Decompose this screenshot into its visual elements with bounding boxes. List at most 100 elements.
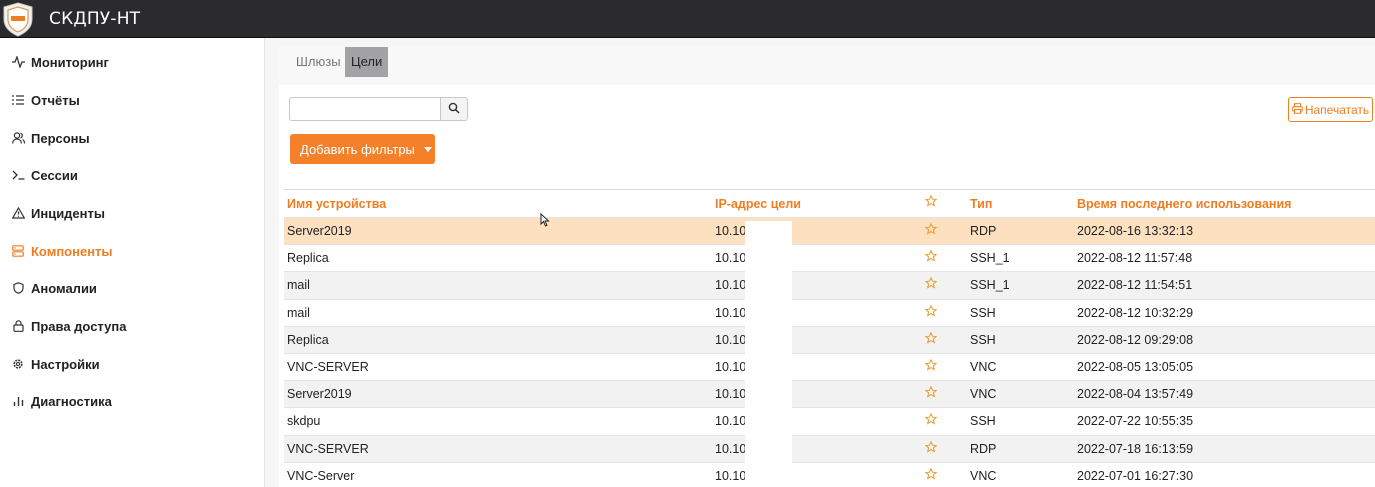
cell-ip: 10.10 <box>715 468 747 483</box>
cell-last-used: 2022-08-12 09:29:08 <box>1077 332 1194 347</box>
header-target-ip[interactable]: IP-адрес цели <box>715 197 801 211</box>
logo-shield-icon <box>1 1 35 37</box>
star-icon[interactable] <box>924 358 938 374</box>
cell-last-used: 2022-07-22 10:55:35 <box>1077 414 1194 429</box>
cell-last-used: 2022-07-01 16:27:30 <box>1077 468 1194 483</box>
sidebar-item-label: Компоненты <box>31 243 113 259</box>
sidebar-item-label: Права доступа <box>31 318 127 334</box>
cell-device-name: Replica <box>287 332 329 347</box>
top-bar: СКДПУ-НТ <box>0 0 1375 38</box>
warning-icon <box>11 207 25 219</box>
app-title: СКДПУ-НТ <box>49 9 141 29</box>
cell-type: VNC <box>970 468 997 483</box>
cell-device-name: Server2019 <box>287 387 352 402</box>
lock-icon <box>11 320 25 332</box>
targets-table: Имя устройства IP-адрес цели Тип Время п… <box>284 189 1375 487</box>
star-icon[interactable] <box>924 385 938 401</box>
users-icon <box>11 132 25 144</box>
table-header: Имя устройства IP-адрес цели Тип Время п… <box>284 189 1375 217</box>
star-icon[interactable] <box>924 276 938 292</box>
sidebar-item-label: Настройки <box>31 356 100 372</box>
search-icon <box>448 102 460 117</box>
header-type[interactable]: Тип <box>970 197 992 211</box>
star-icon[interactable] <box>924 331 938 347</box>
table-row[interactable]: VNC-Server 10.10 VNC 2022-07-01 16:27:30 <box>284 461 1375 487</box>
cell-device-name: Server2019 <box>287 224 352 238</box>
redaction-block <box>745 221 792 487</box>
star-header-icon[interactable] <box>924 194 938 210</box>
tab-gateways[interactable]: Шлюзы <box>290 47 347 77</box>
sidebar-item-label: Отчёты <box>31 92 80 108</box>
star-icon[interactable] <box>924 304 938 320</box>
bar-chart-icon <box>11 396 25 406</box>
cell-type: VNC <box>970 387 997 402</box>
cell-type: SSH_1 <box>970 251 1010 266</box>
cell-device-name: mail <box>287 278 310 293</box>
header-device-name[interactable]: Имя устройства <box>287 197 386 211</box>
table-row[interactable]: Server2019 10.10 VNC 2022-08-04 13:57:49 <box>284 380 1375 408</box>
sidebar-item-reports[interactable]: Отчёты <box>0 82 265 118</box>
cell-device-name: Replica <box>287 251 329 266</box>
add-filters-label: Добавить фильтры <box>300 141 415 157</box>
sidebar-item-access-rights[interactable]: Права доступа <box>0 308 265 344</box>
header-last-used[interactable]: Время последнего использования <box>1077 197 1291 211</box>
table-row[interactable]: Replica 10.10 SSH_1 2022-08-12 11:57:48 <box>284 244 1375 272</box>
sidebar-item-label: Диагностика <box>31 393 112 409</box>
cell-last-used: 2022-08-16 13:32:13 <box>1077 224 1194 238</box>
print-button[interactable]: Напечатать <box>1288 97 1373 122</box>
search-input[interactable] <box>289 97 441 121</box>
printer-icon <box>1292 102 1305 117</box>
star-icon[interactable] <box>924 249 938 265</box>
cell-device-name: VNC-Server <box>287 468 355 483</box>
table-row[interactable]: Server2019 10.10 RDP 2022-08-16 13:32:13 <box>284 217 1375 245</box>
cell-ip: 10.10 <box>715 305 747 320</box>
sidebar-item-sessions[interactable]: Сессии <box>0 157 265 193</box>
sidebar-item-diagnostics[interactable]: Диагностика <box>0 383 265 419</box>
cell-last-used: 2022-08-12 10:32:29 <box>1077 305 1194 320</box>
sidebar: Мониторинг Отчёты Персоны Сессии Инциден… <box>0 38 265 487</box>
list-icon <box>11 95 25 105</box>
sidebar-item-monitoring[interactable]: Мониторинг <box>0 44 265 80</box>
targets-panel: Шлюзы Цели Добавить фильтры Напечатать И… <box>279 46 1375 487</box>
activity-icon <box>11 56 25 68</box>
server-icon <box>11 245 25 257</box>
cell-type: RDP <box>970 441 997 456</box>
table-row[interactable]: VNC-SERVER 10.10 RDP 2022-07-18 16:13:59 <box>284 434 1375 462</box>
star-icon[interactable] <box>924 222 938 238</box>
sidebar-item-components[interactable]: Компоненты <box>0 233 265 269</box>
star-icon[interactable] <box>924 467 938 483</box>
table-row[interactable]: skdpu 10.10 SSH 2022-07-22 10:55:35 <box>284 407 1375 435</box>
sidebar-item-settings[interactable]: Настройки <box>0 346 265 382</box>
cell-ip: 10.10 <box>715 414 747 429</box>
tab-targets[interactable]: Цели <box>345 47 389 77</box>
sidebar-item-anomalies[interactable]: Аномалии <box>0 270 265 306</box>
star-icon[interactable] <box>924 440 938 456</box>
cell-device-name: VNC-SERVER <box>287 441 369 456</box>
cell-device-name: mail <box>287 305 310 320</box>
table-row[interactable]: mail 10.10 SSH_1 2022-08-12 11:54:51 <box>284 271 1375 299</box>
cell-ip: 10.10 <box>715 359 747 374</box>
sidebar-item-persons[interactable]: Персоны <box>0 120 265 156</box>
cell-type: VNC <box>970 359 997 374</box>
tab-bar: Шлюзы Цели <box>279 46 1375 85</box>
cell-last-used: 2022-07-18 16:13:59 <box>1077 441 1194 456</box>
sidebar-item-label: Мониторинг <box>31 54 109 70</box>
cell-ip: 10.10 <box>715 278 747 293</box>
cell-ip: 10.10 <box>715 224 747 238</box>
cell-type: SSH <box>970 414 996 429</box>
table-row[interactable]: VNC-SERVER 10.10 VNC 2022-08-05 13:05:05 <box>284 352 1375 381</box>
cell-type: SSH_1 <box>970 278 1010 293</box>
cell-device-name: skdpu <box>287 414 321 429</box>
print-label: Напечатать <box>1304 102 1370 117</box>
search-button[interactable] <box>440 97 468 121</box>
cell-last-used: 2022-08-12 11:57:48 <box>1077 251 1193 266</box>
star-icon[interactable] <box>924 412 938 428</box>
cell-last-used: 2022-08-04 13:57:49 <box>1077 387 1194 402</box>
cell-ip: 10.10 <box>715 441 747 456</box>
table-row[interactable]: mail 10.10 SSH 2022-08-12 10:32:29 <box>284 298 1375 326</box>
caret-down-icon <box>423 146 432 152</box>
add-filters-button[interactable]: Добавить фильтры <box>290 134 435 164</box>
cell-last-used: 2022-08-12 11:54:51 <box>1077 278 1193 293</box>
sidebar-item-incidents[interactable]: Инциденты <box>0 195 265 231</box>
table-row[interactable]: Replica 10.10 SSH 2022-08-12 09:29:08 <box>284 325 1375 353</box>
